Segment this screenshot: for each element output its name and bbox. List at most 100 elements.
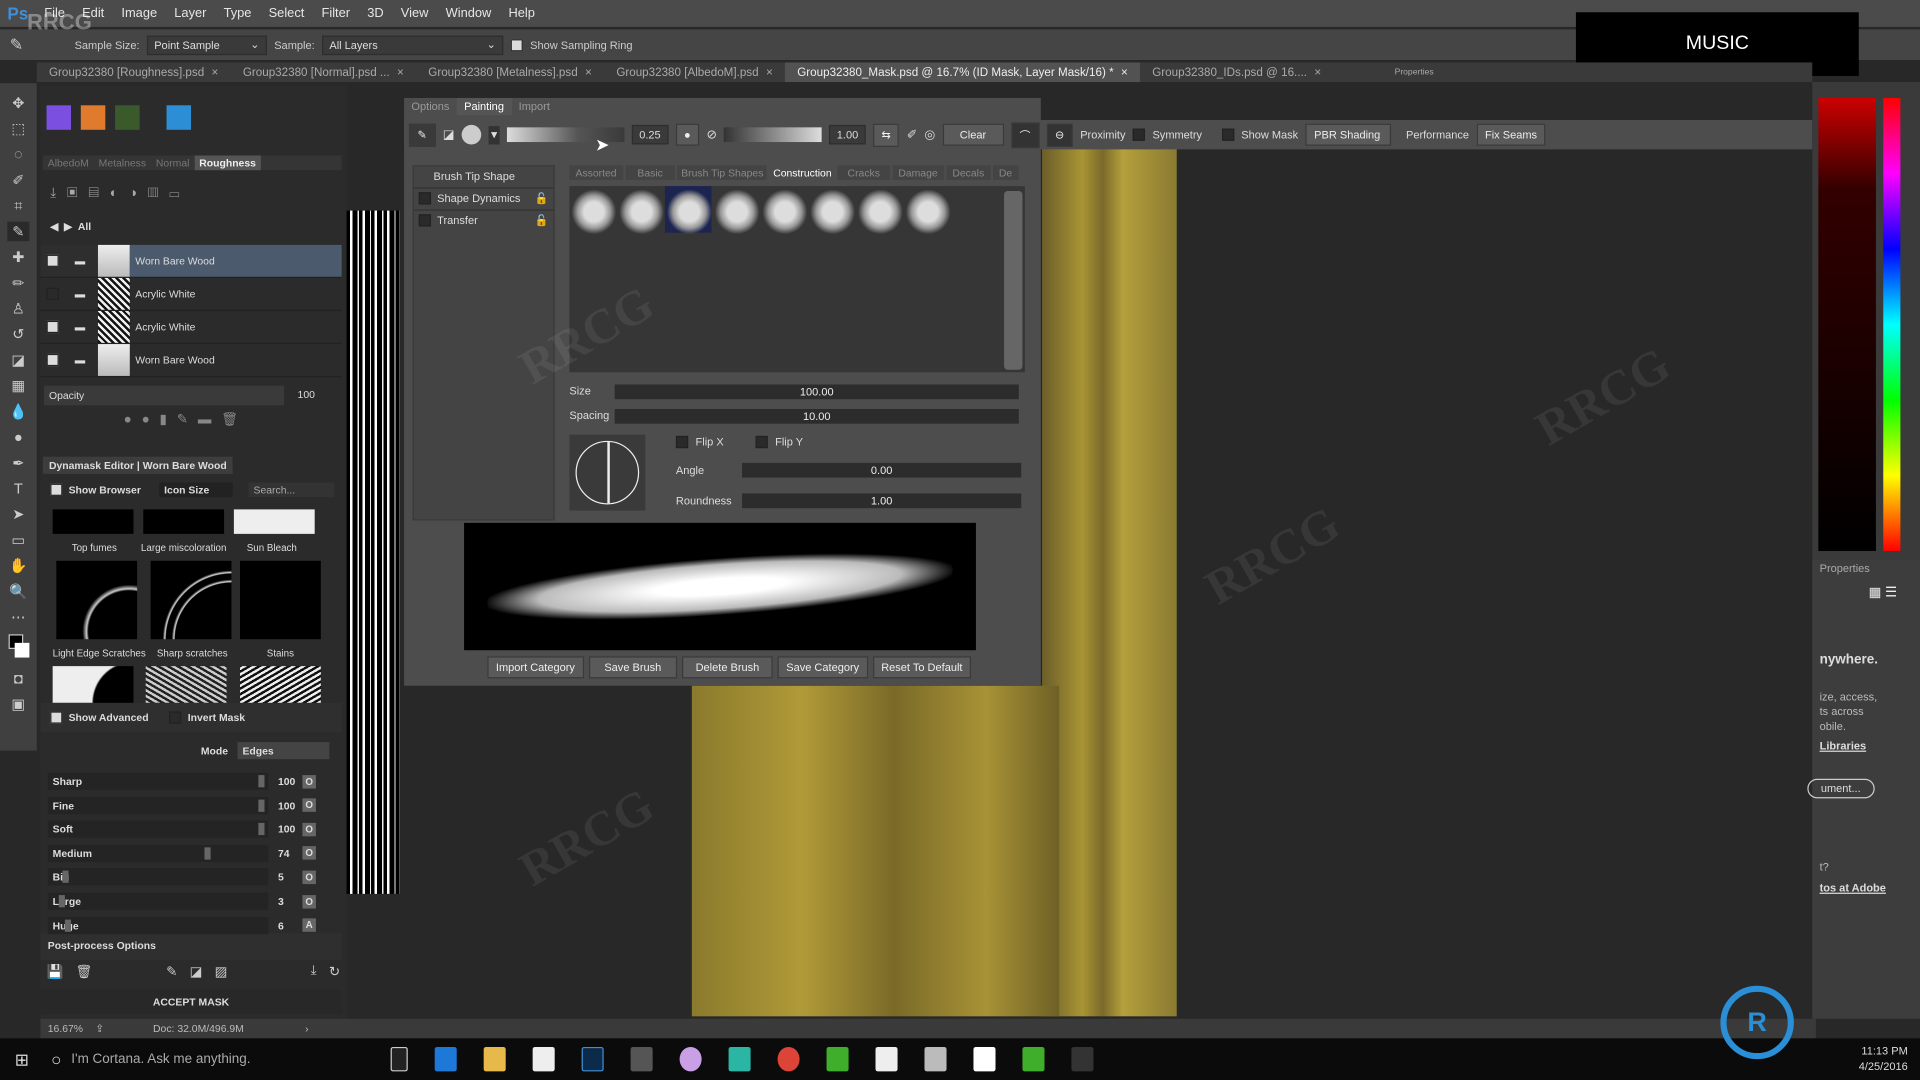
ddo-icon[interactable]: [80, 105, 106, 130]
lock-icon[interactable]: 🔓: [535, 192, 549, 205]
eyedropper-tool-icon[interactable]: ✎: [7, 221, 30, 242]
show-advanced-checkbox[interactable]: [50, 711, 63, 724]
close-icon[interactable]: ×: [212, 66, 219, 79]
slider-value[interactable]: 100: [268, 775, 302, 787]
doc-tab[interactable]: Group32380 [Metalness].psd ×: [416, 62, 604, 82]
category-tab[interactable]: Brush Tip Shapes: [677, 165, 768, 181]
menu-layer[interactable]: Layer: [166, 6, 215, 21]
menu-3d[interactable]: 3D: [359, 6, 393, 21]
eraser-tool-icon[interactable]: ◪: [7, 350, 29, 370]
slider-mode-button[interactable]: O: [302, 822, 316, 836]
slider-mode-button[interactable]: O: [302, 894, 316, 908]
tab-roughness[interactable]: Roughness: [194, 155, 261, 171]
visibility-toggle[interactable]: [46, 320, 59, 334]
fix-seams-button[interactable]: Fix Seams: [1476, 123, 1546, 146]
close-icon[interactable]: ×: [1121, 66, 1128, 79]
slider-handle[interactable]: [62, 871, 70, 884]
show-sampling-ring-checkbox[interactable]: [510, 38, 523, 51]
category-tab[interactable]: Basic: [625, 165, 676, 181]
slider-track[interactable]: Sharp: [47, 772, 269, 790]
edge-icon[interactable]: [434, 1046, 457, 1072]
pressure-icon[interactable]: ●: [675, 123, 700, 146]
eraser-icon[interactable]: ◪: [190, 964, 203, 980]
shading-select[interactable]: PBR Shading: [1305, 123, 1392, 146]
brush-preset[interactable]: [761, 188, 809, 236]
history-brush-icon[interactable]: ↺: [7, 324, 29, 344]
pen-icon[interactable]: ✐: [907, 128, 917, 141]
doc-size[interactable]: Doc: 32.0M/496.9M: [153, 1022, 244, 1034]
curve-icon[interactable]: ⌒: [1010, 121, 1040, 148]
slider-track[interactable]: Fine: [47, 796, 269, 814]
hue-slider[interactable]: [1883, 97, 1901, 552]
menu-filter[interactable]: Filter: [313, 6, 359, 21]
slider-medium[interactable]: Medium 74 O: [47, 843, 337, 863]
chevron-right-icon[interactable]: ›: [305, 1022, 308, 1034]
brush-icon[interactable]: ✎: [408, 123, 436, 147]
slider-huge[interactable]: Huge6A: [47, 915, 337, 935]
dodge-tool-icon[interactable]: ●: [7, 427, 29, 447]
slider-value[interactable]: 3: [268, 895, 302, 907]
slider-large[interactable]: Large 3 O: [47, 891, 337, 911]
save-brush-button[interactable]: Save Brush: [588, 656, 678, 679]
cortana-search[interactable]: I'm Cortana. Ask me anything.: [71, 1052, 377, 1067]
menu-select[interactable]: Select: [260, 6, 313, 21]
slider-handle[interactable]: [258, 799, 265, 812]
libraries-tab[interactable]: Properties: [1820, 562, 1870, 574]
gradient-tool-icon[interactable]: ▦: [7, 376, 29, 396]
app-icon[interactable]: [728, 1046, 751, 1072]
breadcrumb-all[interactable]: All: [78, 220, 91, 232]
opacity-value[interactable]: 0.25: [631, 124, 669, 145]
marquee-tool-icon[interactable]: ⬚: [7, 119, 29, 139]
spacing-slider[interactable]: 10.00: [614, 408, 1019, 424]
symmetry-checkbox[interactable]: [1132, 128, 1146, 141]
show-browser-checkbox[interactable]: [50, 483, 63, 496]
slider-value[interactable]: 5: [268, 871, 302, 883]
properties-tab[interactable]: Properties: [1382, 62, 1446, 82]
tab-albedom[interactable]: AlbedoM: [43, 156, 94, 171]
visibility-toggle[interactable]: [46, 287, 59, 301]
quick-select-icon[interactable]: ✐: [7, 170, 29, 190]
app-icon[interactable]: [630, 1046, 653, 1072]
category-tab[interactable]: Cracks: [837, 165, 890, 181]
slider-track[interactable]: Medium: [47, 844, 269, 862]
slider-mode-button[interactable]: O: [302, 774, 316, 788]
eraser-icon[interactable]: ◪: [443, 128, 455, 141]
windows-start-icon[interactable]: ⊞: [15, 1049, 29, 1070]
opacity-value[interactable]: 100: [298, 388, 315, 400]
crop-tool-icon[interactable]: ⌗: [7, 196, 29, 216]
brush-preset[interactable]: [570, 188, 618, 236]
symmetry-dropdown[interactable]: Symmetry: [1152, 129, 1202, 141]
layer-row[interactable]: ▬ Acrylic White: [40, 277, 342, 312]
slider-track[interactable]: Big: [47, 868, 269, 886]
slider-soft[interactable]: Soft 100 O: [47, 819, 337, 839]
app-icon[interactable]: [924, 1046, 947, 1072]
grid-view-icon[interactable]: ▦ ☰: [1869, 584, 1898, 600]
zoom-level[interactable]: 16.67%: [48, 1022, 83, 1034]
slider-value[interactable]: 6: [268, 919, 302, 931]
slider-handle[interactable]: [204, 847, 211, 860]
slider-track[interactable]: Large: [47, 892, 269, 910]
close-icon[interactable]: ×: [585, 66, 592, 79]
doc-tab[interactable]: Group32380 [AlbedoM].psd ×: [604, 62, 785, 82]
brush-grid-scrollbar[interactable]: [1004, 191, 1023, 370]
slider-track[interactable]: Soft: [47, 820, 269, 838]
flow-icon[interactable]: ⊘: [707, 128, 717, 141]
file-explorer-icon[interactable]: [483, 1046, 506, 1072]
sample-size-select[interactable]: Point Sample ⌄: [146, 34, 267, 55]
menu-image[interactable]: Image: [113, 6, 166, 21]
brush-preset[interactable]: [618, 188, 665, 236]
type-tool-icon[interactable]: T: [7, 479, 29, 499]
photoshop-icon[interactable]: [581, 1046, 604, 1072]
refresh-icon[interactable]: ↻: [329, 964, 340, 980]
category-tab[interactable]: Damage: [892, 165, 944, 181]
healing-tool-icon[interactable]: ✚: [7, 247, 29, 267]
app-icon[interactable]: [826, 1046, 849, 1072]
tab-painting[interactable]: Painting: [456, 97, 512, 116]
doc-tab[interactable]: Group32380 [Roughness].psd ×: [37, 62, 231, 82]
search-input[interactable]: Search...: [248, 482, 335, 498]
mode-select[interactable]: Edges: [237, 742, 330, 760]
sample-select[interactable]: All Layers ⌄: [322, 34, 504, 55]
mask-thumbnail[interactable]: [145, 666, 227, 703]
icon-size-slider[interactable]: Icon Size: [159, 482, 233, 498]
chrome-icon[interactable]: [777, 1046, 800, 1072]
